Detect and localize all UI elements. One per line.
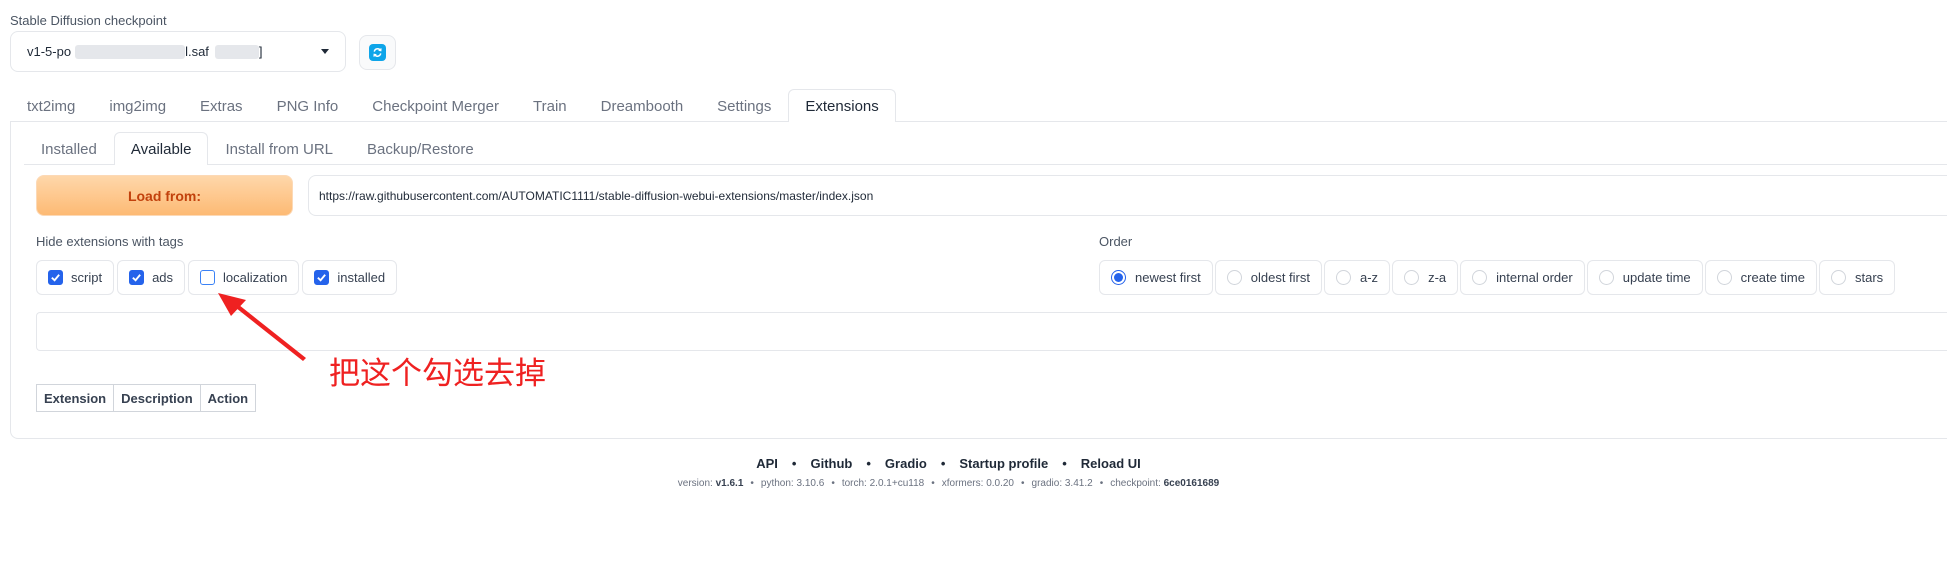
checkbox-checked-icon [48,270,63,285]
order-stars-radio[interactable]: stars [1818,260,1896,295]
refresh-checkpoint-button[interactable] [359,35,396,70]
tag-label: script [71,270,103,285]
tag-ads-checkbox[interactable]: ads [117,260,186,295]
version-item: version: v1.6.1 [677,478,744,489]
bullet-separator: • [866,456,871,471]
radio-label: z-a [1428,270,1447,285]
index-url-input[interactable]: https://raw.githubusercontent.com/AUTOMA… [308,175,1947,216]
search-results-area [36,312,1947,351]
tab-extras[interactable]: Extras [183,89,260,122]
tag-label: localization [223,270,288,285]
extension-subtabs: Installed Available Install from URL Bac… [24,132,491,165]
tab-dreambooth[interactable]: Dreambooth [584,89,701,122]
bullet-separator: • [931,478,935,489]
tab-install-from-url[interactable]: Install from URL [208,132,350,165]
version-info: version: v1.6.1 • python: 3.10.6 • torch… [0,478,1922,489]
tab-txt2img[interactable]: txt2img [10,89,92,122]
tag-label: installed [337,270,386,285]
bullet-separator: • [1099,478,1104,489]
table-header-row: Extension Description Action [35,384,257,412]
checkbox-unchecked-icon [200,270,216,285]
checkpoint-label: Stable Diffusion checkpoint [10,13,167,28]
tab-available[interactable]: Available [113,132,209,165]
subtabs-divider [24,164,1947,165]
radio-label: stars [1854,270,1884,285]
radio-label: create time [1740,270,1805,285]
torch-version: torch: 2.0.1+cu118 [841,478,925,489]
tag-label: ads [152,270,174,285]
tag-script-checkbox[interactable]: script [36,260,115,295]
extensions-table: Extension Description Action [35,384,257,412]
hide-tags-label: Hide extensions with tags [36,234,184,249]
chevron-down-icon [321,49,329,54]
checkpoint-value: v1-5-po l.saf] [27,43,263,60]
radio-icon [1472,270,1488,285]
radio-selected-icon [1111,270,1126,285]
footer-link-api[interactable]: API [756,456,778,471]
footer-links: API • Github • Gradio • Startup profile … [0,456,1922,471]
radio-label: internal order [1496,270,1573,285]
tab-train[interactable]: Train [516,89,584,122]
column-header-extension[interactable]: Extension [35,384,115,412]
radio-icon [1598,270,1614,285]
radio-icon [1716,270,1732,285]
refresh-icon [369,44,386,61]
column-header-action[interactable]: Action [199,384,257,412]
bullet-separator: • [791,456,797,471]
checkpoint-hash: checkpoint: 6ce0161689 [1110,478,1220,489]
radio-icon [1404,270,1420,285]
tab-checkpoint-merger[interactable]: Checkpoint Merger [355,89,516,122]
radio-icon [1336,270,1351,285]
tab-extensions[interactable]: Extensions [788,89,896,122]
order-z-a-radio[interactable]: z-a [1392,260,1459,295]
radio-label: update time [1622,270,1691,285]
xformers-version: xformers: 0.0.20 [941,478,1014,489]
radio-icon [1830,270,1846,285]
radio-label: a-z [1360,270,1379,285]
radio-label: newest first [1135,270,1201,285]
python-version: python: 3.10.6 [760,478,825,489]
order-internal-order-radio[interactable]: internal order [1460,260,1585,295]
order-oldest-first-radio[interactable]: oldest first [1214,260,1322,295]
order-radio-group: newest first oldest first a-z z-a intern… [1099,260,1896,295]
footer-link-github[interactable]: Github [810,456,852,471]
annotation-text: 把这个勾选去掉 [329,356,546,392]
red-arrow-annotation [218,293,306,361]
checkbox-checked-icon [129,270,145,285]
order-label: Order [1099,234,1133,249]
order-newest-first-radio[interactable]: newest first [1099,260,1213,295]
checkpoint-dropdown[interactable]: v1-5-po l.saf] [10,31,346,72]
radio-label: oldest first [1250,270,1310,285]
order-a-z-radio[interactable]: a-z [1324,260,1391,295]
tab-img2img[interactable]: img2img [92,89,183,122]
footer-link-reload-ui[interactable]: Reload UI [1081,456,1141,471]
gradio-version: gradio: 3.41.2 [1031,478,1093,489]
column-header-description[interactable]: Description [113,384,201,412]
checkbox-checked-icon [314,270,330,285]
bullet-separator: • [831,478,835,489]
footer-link-gradio[interactable]: Gradio [885,456,927,471]
order-create-time-radio[interactable]: create time [1704,260,1817,295]
tab-installed[interactable]: Installed [24,132,114,165]
tab-settings[interactable]: Settings [700,89,788,122]
bullet-separator: • [750,478,754,489]
bullet-separator: • [940,456,946,471]
main-tabs: txt2img img2img Extras PNG Info Checkpoi… [10,89,896,122]
tab-png-info[interactable]: PNG Info [260,89,356,122]
bullet-separator: • [1021,478,1025,489]
tab-backup-restore[interactable]: Backup/Restore [350,132,491,165]
bullet-separator: • [1062,456,1067,471]
order-update-time-radio[interactable]: update time [1586,260,1703,295]
radio-icon [1226,270,1242,285]
footer-link-startup-profile[interactable]: Startup profile [959,456,1048,471]
load-from-button[interactable]: Load from: [36,175,293,216]
